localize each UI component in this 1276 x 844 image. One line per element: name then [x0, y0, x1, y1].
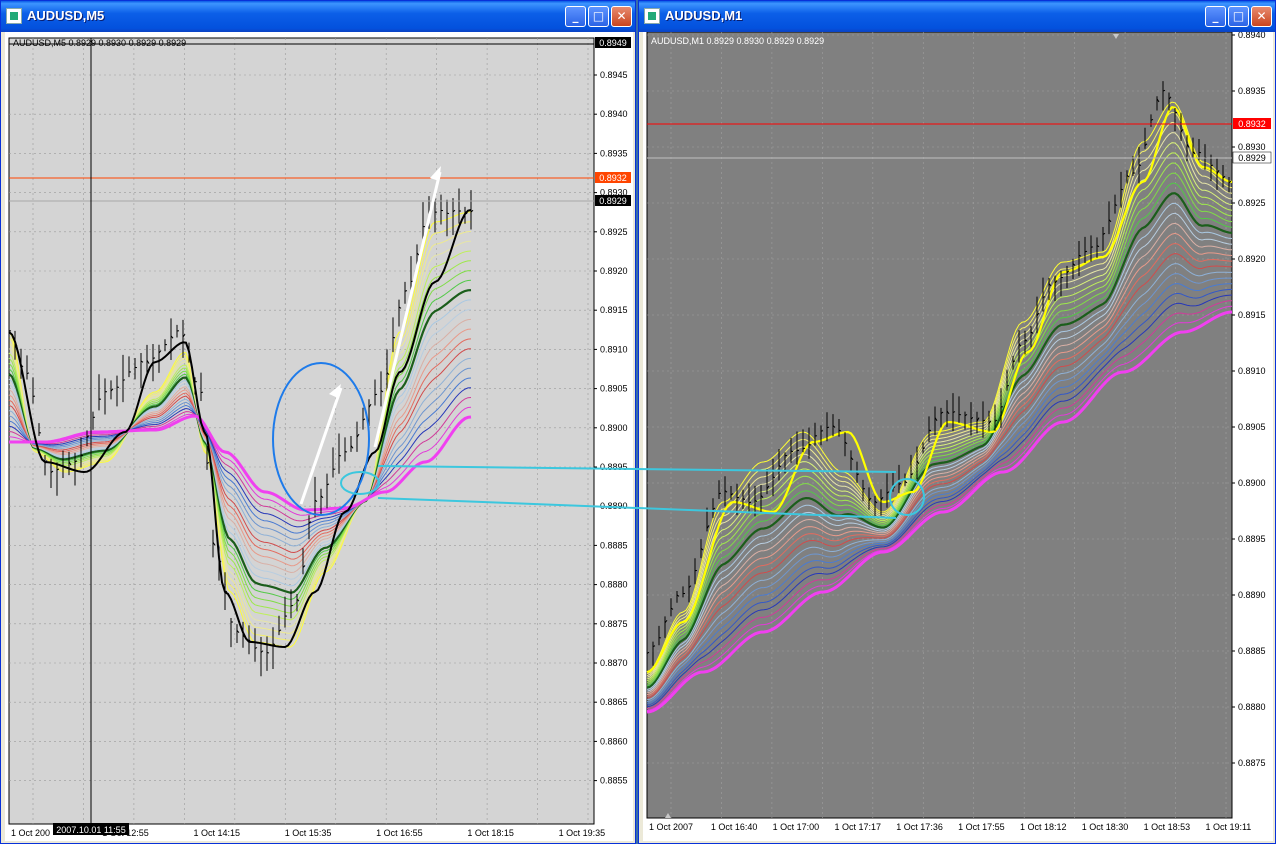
- time-label: 1 Oct 18:30: [1082, 822, 1129, 832]
- price-label: 0.8890: [1238, 590, 1266, 600]
- plot-area[interactable]: [646, 32, 1233, 819]
- price-label: 0.8905: [600, 384, 628, 394]
- minimize-button[interactable]: _: [1205, 6, 1226, 27]
- ask-price-tag-label: 0.8932: [1238, 119, 1266, 129]
- time-label: 1 Oct 18:15: [467, 828, 514, 838]
- price-label: 0.8875: [1238, 758, 1266, 768]
- maximize-button[interactable]: □: [1228, 6, 1249, 27]
- time-label: 1 Oct 200: [11, 828, 50, 838]
- chart-canvas[interactable]: 0.89450.89400.89350.89300.89250.89200.89…: [5, 32, 633, 841]
- time-label: 1 Oct 17:36: [896, 822, 943, 832]
- price-label: 0.8920: [1238, 254, 1266, 264]
- price-label: 0.8905: [1238, 422, 1266, 432]
- price-label: 0.8870: [600, 658, 628, 668]
- window-audusd-m1[interactable]: AUDUSD,M1 _ □ ✕ 0.8940 0.8935 0.8930 0.8925…: [638, 0, 1276, 844]
- time-label: 1 Oct 17:55: [958, 822, 1005, 832]
- time-label: 1 Oct 17:17: [834, 822, 881, 832]
- time-label: 1 Oct 19:11: [1205, 822, 1251, 832]
- chart-canvas[interactable]: 0.8940 0.8935 0.8930 0.8925 0.8920 0.8915 0.89…: [643, 32, 1273, 841]
- price-bar-tick: [826, 426, 830, 429]
- price-label: 0.8930: [1238, 142, 1266, 152]
- price-label: 0.8925: [600, 227, 628, 237]
- close-button[interactable]: ✕: [1251, 6, 1272, 27]
- price-label: 0.8940: [1238, 32, 1266, 40]
- time-label: 1 Oct 16:40: [711, 822, 758, 832]
- price-label: 0.8915: [600, 305, 628, 315]
- price-label: 0.8895: [1238, 534, 1266, 544]
- window-icon[interactable]: [644, 8, 660, 24]
- crosshair-time-label: 2007.10.01 11:55: [56, 825, 125, 835]
- time-label: 1 Oct 15:35: [285, 828, 332, 838]
- price-label: 0.8940: [600, 109, 628, 119]
- price-label: 0.8925: [1238, 198, 1266, 208]
- price-label: 0.8920: [600, 266, 628, 276]
- price-label: 0.8860: [600, 736, 628, 746]
- window-audusd-m5[interactable]: AUDUSD,M5 _ □ ✕ 0.8945 0.8940 0.8935 0.8930…: [0, 0, 636, 844]
- price-label: 0.8855: [600, 776, 628, 786]
- close-button[interactable]: ✕: [611, 6, 632, 27]
- price-label: 0.8880: [600, 580, 628, 590]
- time-label: 1 Oct 18:12: [1020, 822, 1067, 832]
- minimize-button[interactable]: _: [565, 6, 586, 27]
- price-label: 0.8880: [1238, 702, 1266, 712]
- bid-price-tag-label: 0.8929: [599, 196, 627, 206]
- time-label: 1 Oct 16:55: [376, 828, 423, 838]
- price-label: 0.8885: [600, 540, 628, 550]
- price-bar-tick: [8, 329, 12, 332]
- time-label: 1 Oct 17:00: [773, 822, 820, 832]
- price-bar-tick: [718, 492, 722, 495]
- time-label: 1 Oct 14:15: [194, 828, 241, 838]
- price-bar-tick: [404, 290, 408, 292]
- window-title: AUDUSD,M5: [27, 8, 105, 23]
- top-price-tag-label: 0.8949: [599, 38, 627, 48]
- price-label: 0.8865: [600, 697, 628, 707]
- price-label: 0.8935: [1238, 86, 1266, 96]
- price-label: 0.8890: [600, 501, 628, 511]
- price-bar-tick: [748, 501, 752, 504]
- price-label: 0.8900: [1238, 478, 1266, 488]
- ask-price-tag-label: 0.8932: [599, 173, 627, 183]
- price-bar-tick: [290, 604, 294, 607]
- chart-area[interactable]: 0.8940 0.8935 0.8930 0.8925 0.8920 0.8915 0.89…: [643, 32, 1273, 841]
- chart-header: AUDUSD,M5 0.8929 0.8930 0.8929 0.8929: [13, 38, 186, 48]
- price-label: 0.8910: [1238, 366, 1266, 376]
- price-label: 0.8915: [1238, 310, 1266, 320]
- price-bar-tick: [1084, 250, 1088, 253]
- price-bar-tick: [1162, 89, 1166, 92]
- bid-price-tag-label: 0.8929: [1238, 153, 1266, 163]
- window-title: AUDUSD,M1: [665, 8, 743, 23]
- chart-header: AUDUSD,M1 0.8929 0.8930 0.8929 0.8929: [651, 36, 824, 46]
- window-icon[interactable]: [6, 8, 22, 24]
- price-label: 0.8935: [600, 148, 628, 158]
- chart-area[interactable]: 0.8945 0.8940 0.8935 0.8930 0.8925 0.8920 0.89…: [5, 32, 633, 841]
- title-bar[interactable]: AUDUSD,M5 _ □ ✕: [1, 1, 635, 32]
- price-label: 0.8885: [1238, 646, 1266, 656]
- maximize-button[interactable]: □: [588, 6, 609, 27]
- price-label: 0.8900: [600, 423, 628, 433]
- price-bar-tick: [266, 652, 270, 654]
- price-bar-tick: [446, 212, 450, 215]
- price-label: 0.8875: [600, 619, 628, 629]
- price-label: 0.8910: [600, 344, 628, 354]
- time-label: 1 Oct 18:53: [1144, 822, 1191, 832]
- price-bar-tick: [1210, 164, 1214, 167]
- time-label: 1 Oct 2007: [649, 822, 693, 832]
- price-bar-tick: [200, 391, 204, 394]
- price-bar-tick: [736, 496, 740, 499]
- price-label: 0.8945: [600, 70, 628, 80]
- time-label: 1 Oct 19:35: [559, 828, 606, 838]
- price-label: 0.8895: [600, 462, 628, 472]
- title-bar[interactable]: AUDUSD,M1 _ □ ✕: [639, 1, 1275, 32]
